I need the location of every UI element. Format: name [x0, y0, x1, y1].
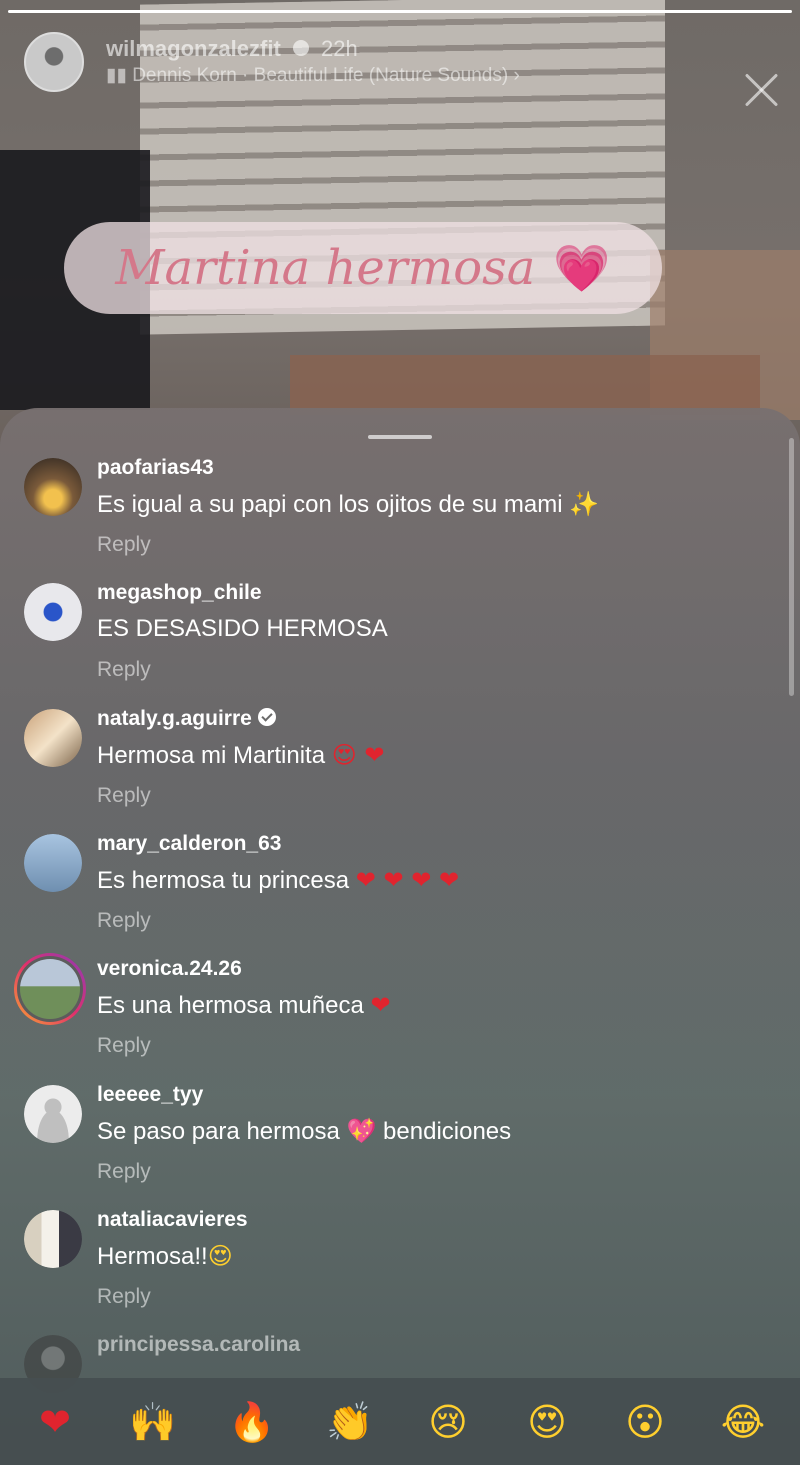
comment-body-end: bendiciones: [383, 1118, 512, 1145]
avatar[interactable]: [24, 583, 82, 641]
heart-reaction-icon[interactable]: ❤: [25, 1392, 85, 1452]
comment-username[interactable]: nataly.g.aguirre: [97, 707, 276, 731]
avatar-image: [24, 1210, 82, 1268]
reply-button[interactable]: Reply: [97, 909, 151, 933]
heart-eyes-heart-icon: 😍 ❤: [331, 741, 385, 769]
sheet-drag-handle[interactable]: [368, 435, 432, 439]
comment-username[interactable]: mary_calderon_63: [97, 832, 281, 856]
sticker-text: Martina hermosa: [115, 240, 536, 296]
heart-icon: ❤: [370, 991, 391, 1019]
raised-hands-reaction-icon[interactable]: 🙌: [123, 1392, 183, 1452]
comment-username[interactable]: megashop_chile: [97, 581, 262, 605]
comment-username[interactable]: nataliacavieres: [97, 1208, 248, 1232]
story-header: wilmagonzalezfit 22h ▮▮ Dennis Korn · Be…: [0, 28, 800, 98]
surprised-reaction-icon[interactable]: 😮: [615, 1392, 675, 1452]
avatar-image: [20, 959, 80, 1019]
comment-body: Se paso para hermosa: [97, 1118, 340, 1145]
comment-item: nataly.g.aguirre Hermosa mi Martinita 😍 …: [0, 707, 780, 834]
comment-body: Es igual a su papi con los ojitos de su …: [97, 491, 563, 518]
comment-username[interactable]: leeeee_tyy: [97, 1083, 203, 1107]
quick-reactions-bar: ❤ 🙌 🔥 👏 😢 😍 😮 😂: [0, 1378, 800, 1465]
story-progress-fill: [8, 10, 792, 13]
reply-button[interactable]: Reply: [97, 658, 151, 682]
avatar[interactable]: [24, 834, 82, 892]
avatar[interactable]: [24, 1085, 82, 1143]
comment-body: Hermosa!!: [97, 1243, 208, 1270]
reply-button[interactable]: Reply: [97, 533, 151, 557]
text-sticker: Martina hermosa 💗: [64, 222, 662, 314]
username-text: nataly.g.aguirre: [97, 707, 252, 730]
author-username[interactable]: wilmagonzalezfit: [106, 36, 281, 61]
comment-item: paofarias43 Es igual a su papi con los o…: [0, 456, 780, 583]
comment-text: Es una hermosa muñeca ❤: [97, 991, 391, 1020]
comment-username[interactable]: veronica.24.26: [97, 957, 242, 981]
comment-username[interactable]: principessa.carolina: [97, 1333, 300, 1357]
comment-item: megashop_chile ES DESASIDO HERMOSA Reply: [0, 581, 780, 708]
default-avatar-icon: [24, 1085, 82, 1143]
comment-item: mary_calderon_63 Es hermosa tu princesa …: [0, 832, 780, 959]
verified-icon: [257, 708, 276, 727]
avatar[interactable]: [24, 458, 82, 516]
heart-eyes-icon: 😍: [207, 1242, 233, 1270]
comment-text: Hermosa mi Martinita 😍 ❤: [97, 741, 384, 770]
story-progress-bar: [8, 10, 792, 13]
comment-item: leeeee_tyy Se paso para hermosa 💖 bendic…: [0, 1083, 780, 1210]
music-bars-icon: ▮▮: [106, 65, 127, 86]
crying-reaction-icon[interactable]: 😢: [418, 1392, 478, 1452]
verified-icon: [292, 40, 309, 57]
comment-text: Es hermosa tu princesa ❤ ❤ ❤ ❤: [97, 866, 459, 895]
comment-username[interactable]: paofarias43: [97, 456, 214, 480]
avatar-image: [24, 458, 82, 516]
comment-text: Hermosa!!😍: [97, 1242, 233, 1271]
laughing-reaction-icon[interactable]: 😂: [713, 1392, 773, 1452]
comments-sheet: paofarias43 Es igual a su papi con los o…: [0, 408, 800, 1465]
comment-text: Se paso para hermosa 💖 bendiciones: [97, 1117, 511, 1146]
close-icon[interactable]: [740, 68, 784, 112]
comment-item: veronica.24.26 Es una hermosa muñeca ❤ R…: [0, 956, 780, 1084]
reply-button[interactable]: Reply: [97, 784, 151, 808]
chevron-right-icon: ›: [513, 65, 520, 86]
comment-item: nataliacavieres Hermosa!!😍 Reply: [0, 1208, 780, 1335]
avatar[interactable]: [24, 1210, 82, 1268]
avatar-image: [24, 583, 82, 641]
music-title: Dennis Korn · Beautiful Life (Nature Sou…: [132, 65, 509, 86]
reply-button[interactable]: Reply: [97, 1034, 151, 1058]
author-line: wilmagonzalezfit 22h: [106, 36, 358, 62]
story-time: 22h: [321, 36, 358, 61]
comment-body: Es hermosa tu princesa: [97, 867, 350, 894]
author-avatar[interactable]: [24, 32, 84, 92]
sparkling-heart-icon: 💖: [346, 1117, 377, 1145]
avatar-image: [24, 834, 82, 892]
hearts-icon: ❤ ❤ ❤ ❤: [355, 866, 460, 894]
clapping-reaction-icon[interactable]: 👏: [320, 1392, 380, 1452]
comment-text: ES DESASIDO HERMOSA: [97, 615, 388, 642]
avatar-image: [24, 709, 82, 767]
reply-button[interactable]: Reply: [97, 1160, 151, 1184]
comments-scrollbar[interactable]: [789, 438, 794, 696]
heart-eyes-reaction-icon[interactable]: 😍: [517, 1392, 577, 1452]
sparkles-icon: ✨: [569, 490, 600, 518]
avatar-story-ring[interactable]: [14, 953, 86, 1025]
reply-button[interactable]: Reply: [97, 1285, 151, 1309]
comment-text: Es igual a su papi con los ojitos de su …: [97, 490, 599, 519]
music-attribution[interactable]: ▮▮ Dennis Korn · Beautiful Life (Nature …: [106, 64, 520, 87]
sticker-heart-icon: 💗: [553, 240, 611, 295]
avatar[interactable]: [24, 709, 82, 767]
comment-body: Hermosa mi Martinita: [97, 742, 326, 769]
fire-reaction-icon[interactable]: 🔥: [222, 1392, 282, 1452]
comment-body: Es una hermosa muñeca: [97, 992, 364, 1019]
background-wood: [290, 355, 760, 415]
